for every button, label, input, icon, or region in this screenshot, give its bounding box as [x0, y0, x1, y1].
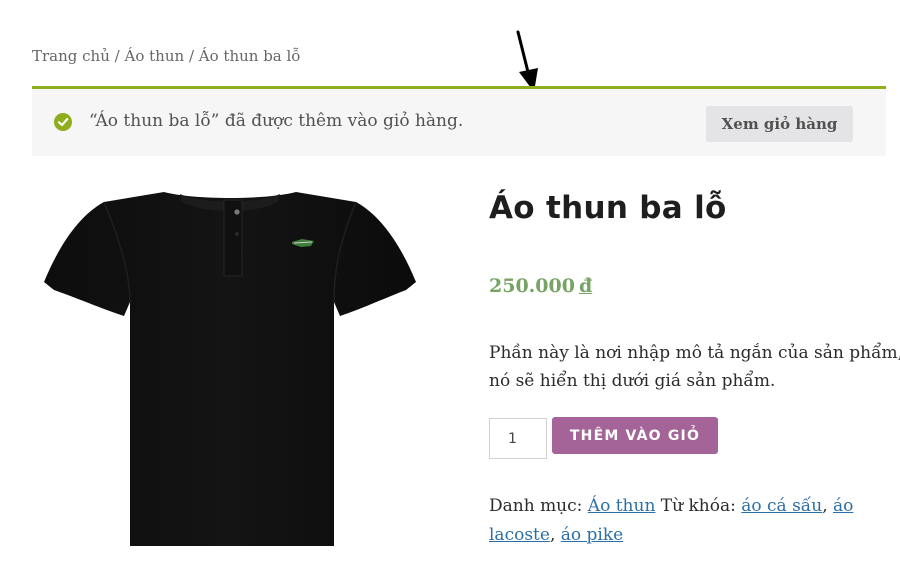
- product-price: 250.000 đ: [489, 275, 592, 297]
- tag-link[interactable]: áo pike: [561, 525, 623, 545]
- description-line: nó sẽ hiển thị dưới giá sản phẩm.: [489, 371, 776, 391]
- breadcrumb-separator: /: [114, 47, 120, 65]
- breadcrumb-category-link[interactable]: Áo thun: [125, 47, 185, 65]
- category-link[interactable]: Áo thun: [588, 496, 656, 516]
- breadcrumb-separator: /: [188, 47, 194, 65]
- tag-link[interactable]: áo cá sấu: [741, 496, 822, 516]
- view-cart-button[interactable]: Xem giỏ hàng: [706, 106, 853, 142]
- breadcrumb-current: Áo thun ba lỗ: [198, 47, 301, 65]
- add-to-cart-button[interactable]: THÊM VÀO GIỎ: [552, 417, 718, 454]
- product-short-description: Phần này là nơi nhập mô tả ngắn của sản …: [489, 339, 900, 395]
- tags-label: Từ khóa:: [660, 496, 736, 516]
- tag-separator: ,: [549, 525, 556, 545]
- cart-added-notice: “Áo thun ba lỗ” đã được thêm vào giỏ hàn…: [32, 86, 886, 156]
- product-image[interactable]: [44, 190, 416, 552]
- product-title: Áo thun ba lỗ: [489, 190, 727, 226]
- quantity-input[interactable]: [489, 418, 547, 459]
- description-line: Phần này là nơi nhập mô tả ngắn của sản …: [489, 343, 900, 363]
- currency-symbol: đ: [578, 275, 593, 297]
- breadcrumb-home-link[interactable]: Trang chủ: [32, 47, 110, 65]
- notice-message: “Áo thun ba lỗ” đã được thêm vào giỏ hàn…: [89, 111, 464, 131]
- check-circle-icon: [54, 113, 72, 131]
- tag-separator: ,: [822, 496, 828, 516]
- price-value: 250.000: [489, 275, 575, 297]
- breadcrumb: Trang chủ / Áo thun / Áo thun ba lỗ: [32, 47, 300, 65]
- product-meta: Danh mục: Áo thun Từ khóa: áo cá sấu, áo…: [489, 492, 869, 550]
- category-label: Danh mục:: [489, 496, 583, 516]
